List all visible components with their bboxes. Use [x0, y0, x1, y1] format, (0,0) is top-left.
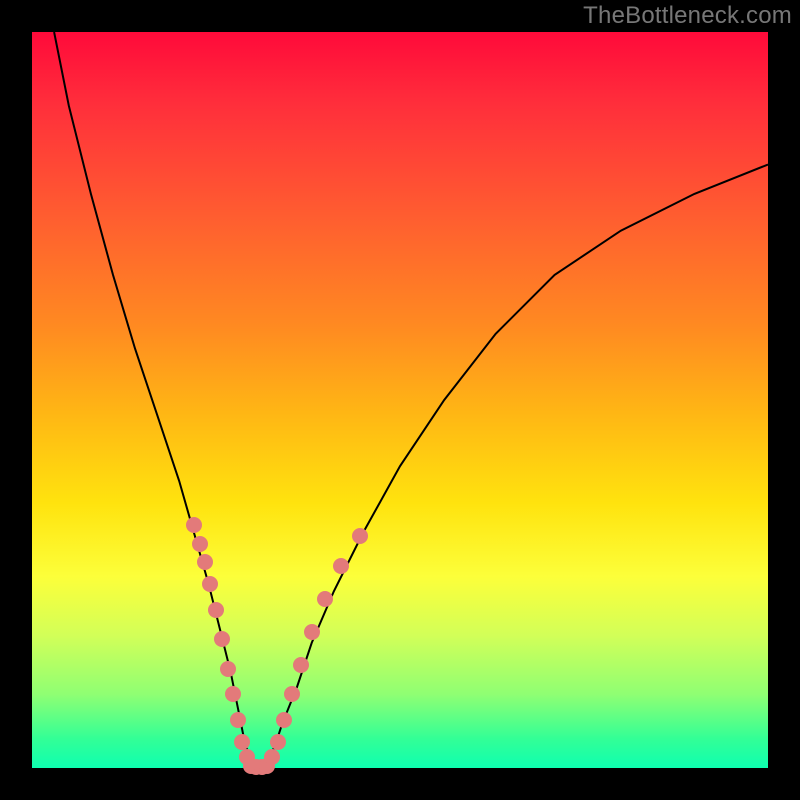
data-point: [276, 712, 292, 728]
data-point: [225, 686, 241, 702]
data-point: [284, 686, 300, 702]
data-point: [270, 734, 286, 750]
scatter-layer: [32, 32, 768, 768]
data-point: [214, 631, 230, 647]
data-point: [230, 712, 246, 728]
data-point: [208, 602, 224, 618]
data-point: [304, 624, 320, 640]
chart-frame: TheBottleneck.com: [0, 0, 800, 800]
data-point: [293, 657, 309, 673]
data-point: [333, 558, 349, 574]
data-point: [352, 528, 368, 544]
plot-area: [32, 32, 768, 768]
data-point: [317, 591, 333, 607]
data-point: [197, 554, 213, 570]
data-point: [192, 536, 208, 552]
watermark-text: TheBottleneck.com: [583, 2, 792, 30]
data-point: [202, 576, 218, 592]
data-point: [264, 749, 280, 765]
data-point: [234, 734, 250, 750]
data-point: [186, 517, 202, 533]
data-point: [220, 661, 236, 677]
